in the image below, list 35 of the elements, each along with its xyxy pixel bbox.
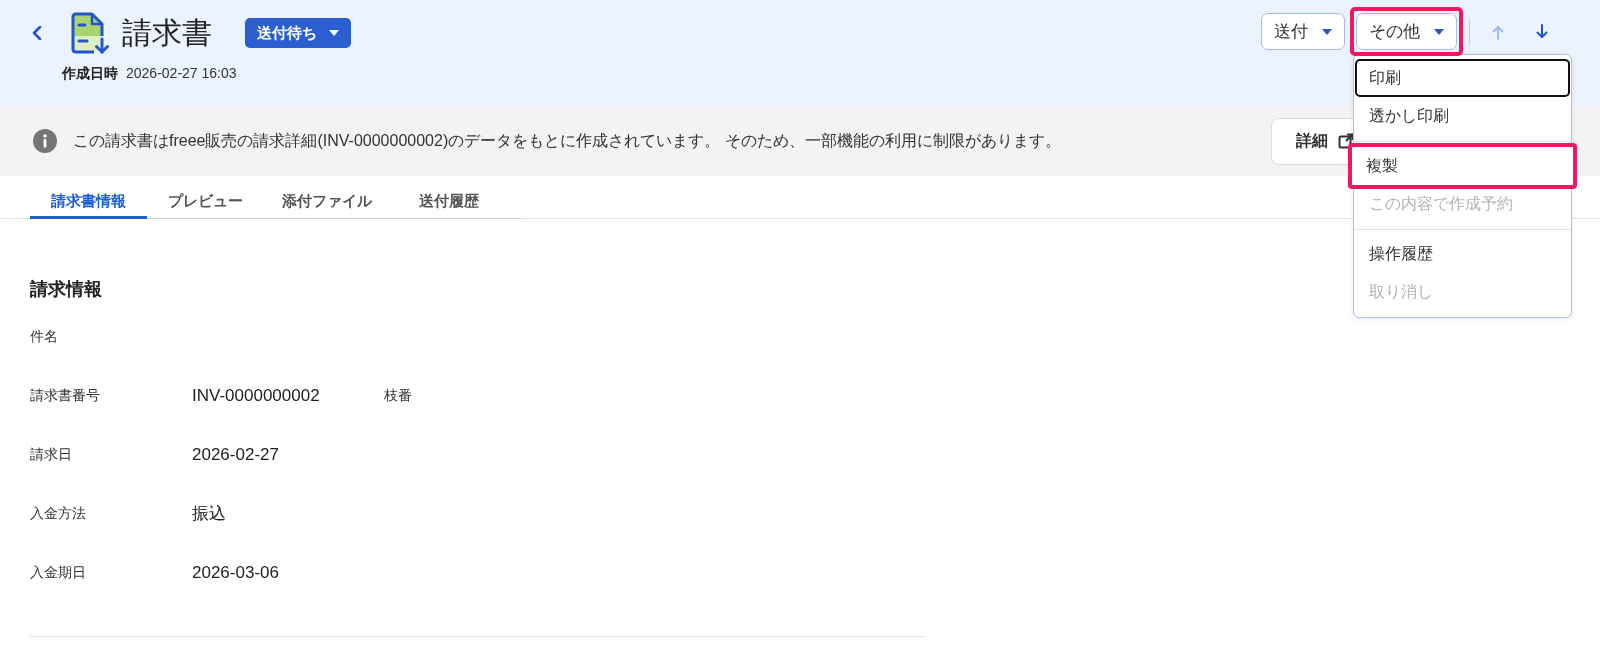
dropdown-button[interactable]: その他 (1356, 13, 1457, 50)
tab[interactable]: プレビュー (147, 186, 264, 219)
info-icon (33, 129, 57, 153)
section-title: 請求情報 (30, 278, 103, 301)
caret-down-icon (329, 30, 339, 36)
dropdown-button[interactable]: 送付 (1261, 13, 1345, 50)
tab[interactable]: 送付履歴 (390, 186, 507, 219)
field-label: 請求日 (30, 445, 72, 464)
chevron-left-icon (32, 26, 42, 40)
invoice-document-icon (69, 12, 109, 54)
back-button[interactable] (32, 26, 42, 40)
caret-down-icon (1434, 28, 1444, 35)
field-label: 件名 (30, 327, 58, 346)
created-value: 2026-02-27 16:03 (126, 65, 237, 81)
field-label: 請求書番号 (30, 386, 100, 405)
next-button[interactable] (1533, 22, 1551, 41)
status-dropdown[interactable]: 送付待ち (245, 18, 351, 48)
field-label: 入金期日 (30, 563, 86, 582)
menu-item[interactable]: 操作履歴 (1355, 235, 1570, 273)
page-title: 請求書 (122, 18, 212, 48)
field-value: 振込 (192, 503, 226, 525)
external-link-icon (1338, 133, 1354, 149)
tab[interactable]: 請求書情報 (30, 186, 147, 219)
tab[interactable]: 添付ファイル (264, 186, 390, 219)
field-value: 2026-03-06 (192, 562, 279, 583)
created-label: 作成日時 (62, 65, 118, 81)
notice-message: この請求書はfreee販売の請求詳細(INV-0000000002)のデータをもとに作成されています。 そのため、一部機能の利用に制限があります。 (73, 130, 1061, 151)
field-label: 枝番 (384, 386, 412, 405)
field-value: INV-0000000002 (192, 385, 320, 406)
arrow-up-icon (1490, 23, 1506, 40)
field-label: 入金方法 (30, 504, 86, 523)
caret-down-icon (1322, 28, 1332, 35)
menu-item[interactable]: 印刷 (1355, 59, 1570, 97)
field-value: 2026-02-27 (192, 444, 279, 465)
arrow-down-icon (1534, 23, 1550, 40)
